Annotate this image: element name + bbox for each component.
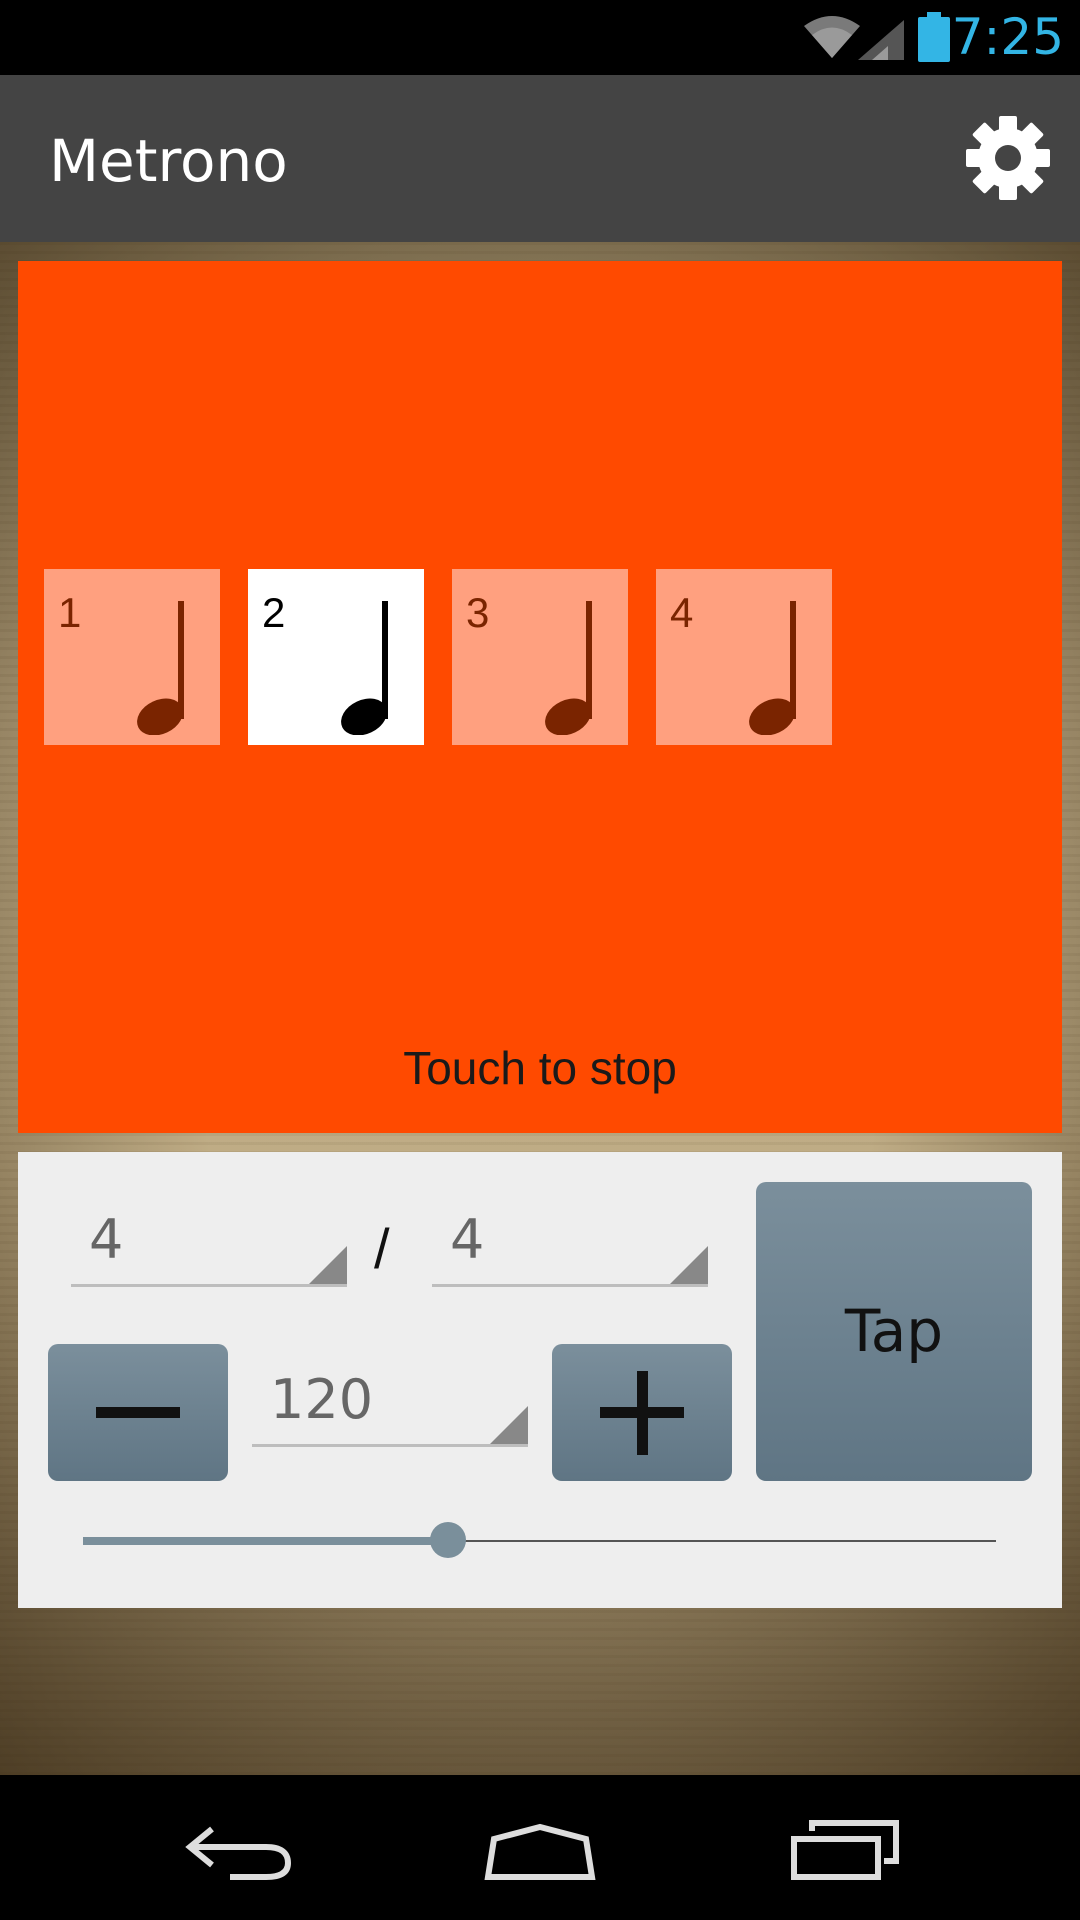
beats-per-measure-value: 4 (89, 1208, 124, 1271)
beat-cell: 1 (44, 569, 220, 745)
quarter-note-icon (545, 601, 592, 735)
beat-cell: 2 (248, 569, 424, 745)
tempo-spinner[interactable]: 120 (252, 1352, 528, 1447)
beat-number: 4 (670, 589, 694, 636)
dropdown-arrow-icon (490, 1406, 528, 1444)
quarter-note-icon (137, 601, 184, 735)
beats-per-measure-spinner[interactable]: 4 (71, 1192, 347, 1287)
quarter-note-icon (749, 601, 796, 735)
time-signature-separator: / (374, 1217, 390, 1280)
back-icon[interactable] (180, 1823, 300, 1883)
gear-icon[interactable] (965, 115, 1051, 201)
beat-panel[interactable]: 1 2 3 4 Touch to stop (18, 261, 1062, 1133)
tap-label: Tap (844, 1297, 944, 1365)
signal-icon (858, 20, 904, 60)
tempo-slider-fill (83, 1537, 449, 1545)
clock: 7:25 (951, 8, 1064, 66)
beat-cell: 3 (452, 569, 628, 745)
app-title: Metrono (49, 127, 288, 195)
plus-icon (600, 1371, 684, 1455)
control-panel: 4 / 4 120 Tap (18, 1152, 1062, 1608)
dropdown-arrow-icon (309, 1246, 347, 1284)
tempo-value: 120 (270, 1368, 374, 1431)
battery-icon (918, 12, 950, 62)
beat-number: 3 (466, 589, 490, 636)
navigation-bar (0, 1775, 1080, 1920)
action-bar: Metrono (0, 75, 1080, 242)
wifi-icon (804, 16, 860, 58)
minus-icon (96, 1407, 180, 1418)
beat-cell: 4 (656, 569, 832, 745)
note-value-spinner[interactable]: 4 (432, 1192, 708, 1287)
beat-number: 2 (262, 589, 286, 636)
increase-tempo-button[interactable] (552, 1344, 732, 1481)
dropdown-arrow-icon (670, 1246, 708, 1284)
status-bar: 7:25 (0, 0, 1080, 75)
tap-tempo-button[interactable]: Tap (756, 1182, 1032, 1481)
beat-number: 1 (58, 589, 82, 636)
quarter-note-icon (341, 601, 388, 735)
decrease-tempo-button[interactable] (48, 1344, 228, 1481)
tempo-slider-thumb[interactable] (430, 1522, 467, 1558)
recent-apps-icon[interactable] (788, 1819, 908, 1883)
note-value-value: 4 (450, 1208, 485, 1271)
touch-to-stop-label: Touch to stop (403, 1042, 677, 1094)
home-icon[interactable] (480, 1823, 600, 1883)
